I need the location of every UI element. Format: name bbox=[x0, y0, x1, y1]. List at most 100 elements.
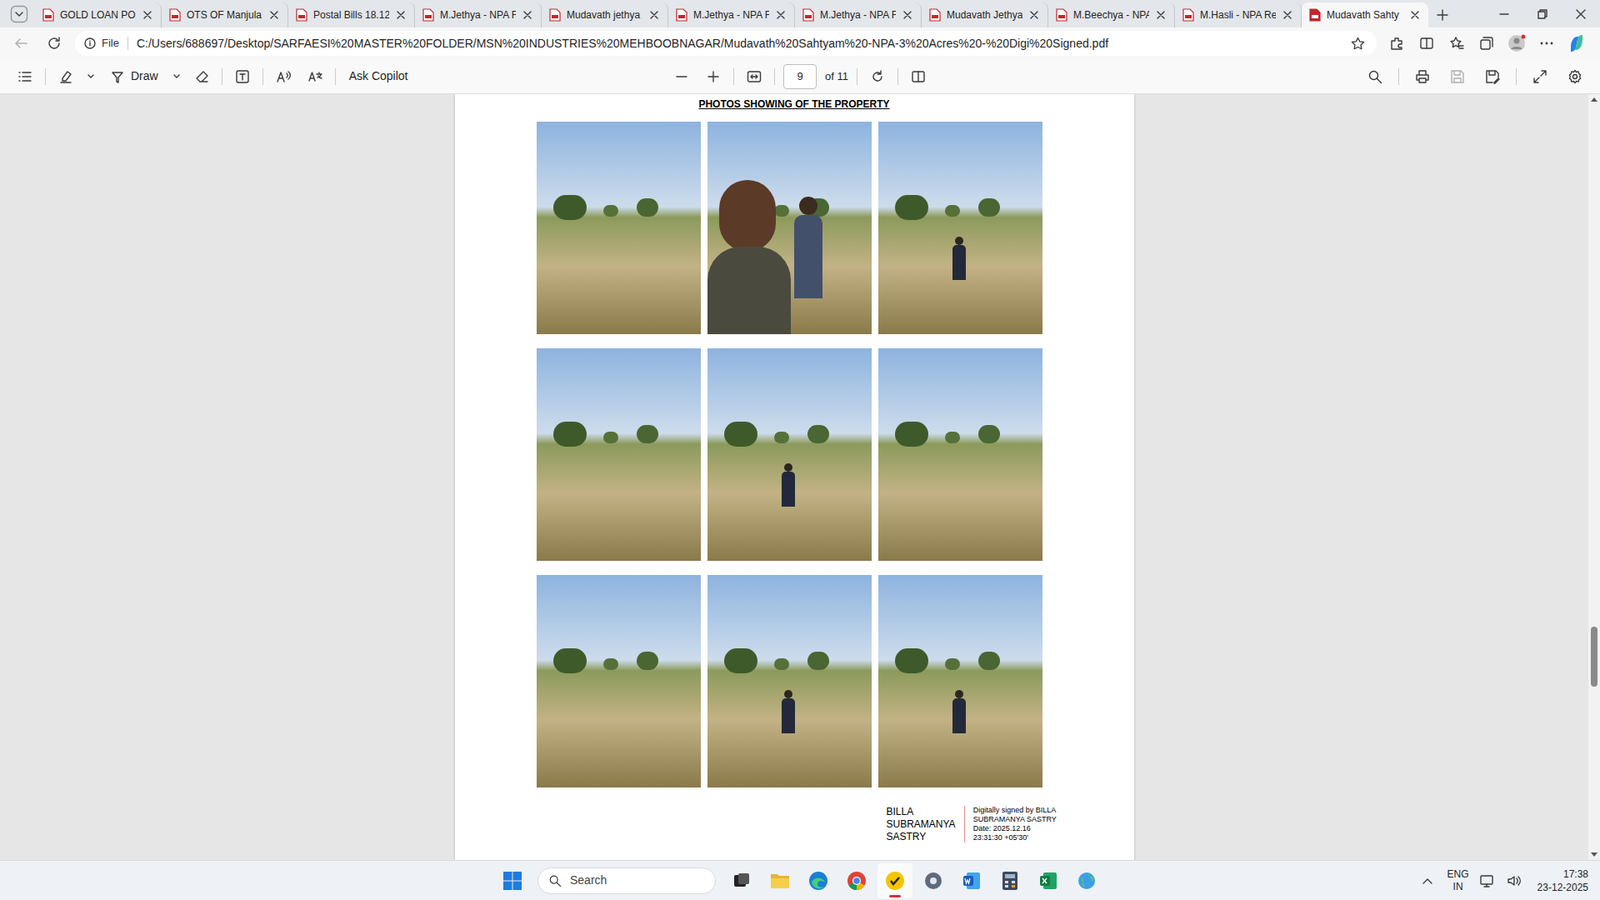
scrollbar-thumb[interactable] bbox=[1590, 626, 1598, 687]
taskbar-app[interactable] bbox=[1069, 863, 1105, 899]
page-number-field[interactable]: 9 bbox=[783, 64, 817, 90]
tab-label[interactable]: Mudavath Jethya bbox=[946, 7, 1023, 23]
address-field[interactable]: FileC:/Users/688697/Desktop/SARFAESI%20M… bbox=[75, 30, 1377, 56]
save-as-icon[interactable] bbox=[1480, 65, 1505, 89]
browser-tab[interactable]: GOLD LOAN POL bbox=[35, 2, 162, 28]
edge-icon[interactable] bbox=[807, 870, 830, 892]
new-tab-icon[interactable] bbox=[1428, 2, 1457, 28]
extensions-icon[interactable] bbox=[1385, 31, 1409, 55]
close-icon[interactable] bbox=[648, 9, 660, 21]
browser-tab[interactable]: Mudavath jethya bbox=[541, 2, 669, 28]
settings-icon[interactable] bbox=[922, 870, 945, 892]
close-icon[interactable] bbox=[395, 9, 407, 21]
favorites-icon[interactable] bbox=[1445, 31, 1469, 55]
browser-tab[interactable]: M.Jethya - NPA F bbox=[668, 2, 795, 28]
taskbar-app[interactable] bbox=[839, 863, 875, 899]
pdf-icon[interactable] bbox=[1055, 8, 1068, 22]
browser-tab[interactable]: M.Hasli - NPA Re bbox=[1175, 2, 1302, 28]
tab-label[interactable]: Postal Bills 18.12. bbox=[313, 7, 390, 23]
time-text[interactable]: 17:38 bbox=[1563, 867, 1589, 881]
pdf-icon[interactable] bbox=[295, 8, 308, 22]
scroll-up-icon[interactable] bbox=[1590, 95, 1598, 103]
zoom-out-icon[interactable] bbox=[670, 65, 694, 89]
search-label[interactable]: Search bbox=[570, 871, 607, 890]
scroll-down-icon[interactable] bbox=[1590, 851, 1598, 859]
print-icon[interactable] bbox=[1410, 65, 1435, 89]
ask-copilot-button[interactable]: Ask Copilot bbox=[344, 67, 414, 85]
tab-label[interactable]: GOLD LOAN POL bbox=[60, 7, 136, 23]
search-icon[interactable] bbox=[1363, 65, 1387, 89]
close-icon[interactable] bbox=[1409, 9, 1421, 21]
settings-icon[interactable] bbox=[1563, 65, 1587, 89]
page-view-icon[interactable] bbox=[906, 65, 930, 89]
volume-icon[interactable] bbox=[1505, 872, 1523, 890]
tab-list-icon[interactable] bbox=[8, 1, 30, 27]
close-icon[interactable] bbox=[1028, 9, 1040, 21]
tab-label[interactable]: Mudavath jethya bbox=[566, 7, 643, 23]
contents-icon[interactable] bbox=[13, 65, 37, 89]
draw-label[interactable]: Draw bbox=[130, 67, 159, 85]
highlight-icon[interactable] bbox=[54, 65, 78, 89]
zoom-in-icon[interactable] bbox=[701, 65, 725, 89]
clock[interactable]: 17:3823-12-2025 bbox=[1532, 867, 1589, 895]
pdf-icon[interactable] bbox=[169, 8, 181, 22]
browser-tab[interactable]: Mudavath Jethya bbox=[921, 2, 1049, 28]
pdf-icon[interactable] bbox=[549, 8, 561, 22]
draw-icon[interactable] bbox=[109, 65, 126, 89]
refresh-icon[interactable] bbox=[41, 30, 67, 56]
read-aloud-icon[interactable] bbox=[271, 65, 295, 89]
info-icon[interactable] bbox=[83, 36, 97, 50]
taskbar-app[interactable] bbox=[1030, 863, 1066, 899]
taskbar-search[interactable]: Search bbox=[537, 867, 716, 895]
favorite-icon[interactable] bbox=[1346, 32, 1369, 55]
copilot-icon[interactable] bbox=[1565, 31, 1589, 55]
globe-icon[interactable] bbox=[1075, 870, 1098, 892]
pdf-icon[interactable] bbox=[929, 8, 941, 22]
taskbar-app[interactable] bbox=[724, 863, 760, 899]
taskbar-app[interactable] bbox=[954, 863, 990, 899]
chevron-icon[interactable] bbox=[85, 65, 96, 89]
taskbar-app[interactable] bbox=[762, 863, 798, 899]
language-text[interactable]: IN bbox=[1453, 880, 1464, 894]
taskbar-app[interactable] bbox=[915, 863, 951, 899]
shield-icon[interactable] bbox=[884, 870, 906, 892]
tab-label[interactable]: Mudavath Sahty bbox=[1326, 7, 1404, 23]
pdf-icon[interactable] bbox=[802, 8, 815, 22]
start-icon[interactable] bbox=[495, 864, 530, 898]
fit-width-icon[interactable] bbox=[742, 65, 766, 89]
browser-tab[interactable]: M.Jethya - NPA F bbox=[795, 2, 922, 28]
explorer-icon[interactable] bbox=[769, 870, 791, 892]
search-icon[interactable] bbox=[548, 874, 562, 888]
profile-icon[interactable] bbox=[1505, 31, 1529, 55]
minimize-icon[interactable] bbox=[1485, 0, 1524, 28]
save-icon[interactable] bbox=[1445, 65, 1470, 89]
browser-tab[interactable]: Mudavath Sahty bbox=[1301, 2, 1429, 28]
browser-tab[interactable]: M.Beechya - NPA bbox=[1048, 2, 1175, 28]
excel-icon[interactable] bbox=[1037, 870, 1060, 892]
close-icon[interactable] bbox=[268, 9, 280, 21]
taskbar-app[interactable] bbox=[877, 863, 913, 899]
close-icon[interactable] bbox=[775, 9, 787, 21]
draw-button[interactable]: Draw bbox=[104, 65, 164, 89]
taskbar-app[interactable] bbox=[800, 863, 836, 899]
close-icon[interactable] bbox=[901, 9, 914, 21]
close-icon[interactable] bbox=[521, 9, 534, 21]
chrome-icon[interactable] bbox=[845, 870, 868, 892]
pdf-icon[interactable] bbox=[675, 8, 688, 22]
show-hidden-icon[interactable] bbox=[1417, 867, 1438, 895]
more-icon[interactable] bbox=[1535, 31, 1559, 55]
rotate-icon[interactable] bbox=[865, 65, 890, 89]
fullscreen-icon[interactable] bbox=[1528, 65, 1552, 89]
close-icon[interactable] bbox=[1155, 9, 1167, 21]
chevron-icon[interactable] bbox=[171, 65, 182, 89]
translate-icon[interactable] bbox=[303, 65, 327, 89]
page-number[interactable]: 9 bbox=[796, 68, 803, 85]
word-icon[interactable] bbox=[960, 870, 983, 892]
date-text[interactable]: 23-12-2025 bbox=[1537, 880, 1589, 895]
tab-label[interactable]: M.Jethya - NPA F bbox=[440, 7, 516, 23]
document-area[interactable]: PHOTOS SHOWING OF THE PROPERTYBILLASUBRA… bbox=[0, 94, 1589, 860]
close-window-icon[interactable] bbox=[1561, 0, 1600, 28]
close-icon[interactable] bbox=[1281, 9, 1294, 21]
tab-label[interactable]: OTS OF Manjula bbox=[186, 7, 263, 23]
tab-label[interactable]: M.Jethya - NPA F bbox=[693, 7, 770, 23]
